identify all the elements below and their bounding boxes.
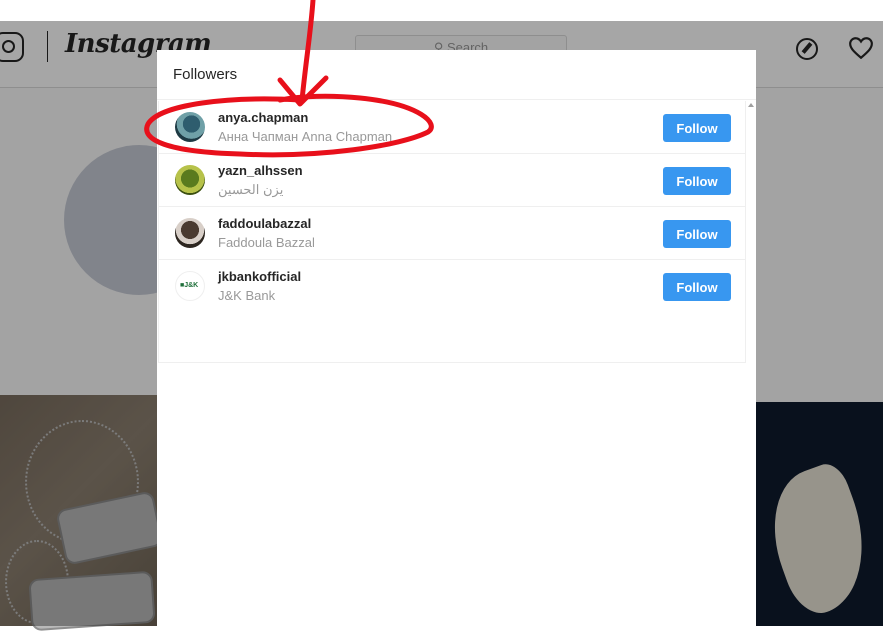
follower-username[interactable]: jkbankofficial (218, 269, 301, 284)
follower-username[interactable]: yazn_alhssen (218, 163, 303, 178)
follower-full-name: Faddoula Bazzal (218, 235, 315, 250)
follower-full-name: J&K Bank (218, 288, 276, 303)
avatar[interactable]: ■J&K (175, 271, 205, 301)
followers-list: anya.chapman Анна Чапман Anna Chapman Fo… (158, 101, 746, 363)
modal-title: Followers (173, 66, 238, 83)
followers-modal: Followers anya.chapman Анна Чапман Anna … (157, 50, 756, 626)
follow-button[interactable]: Follow (663, 220, 731, 248)
follower-full-name: Анна Чапман Anna Chapman (218, 129, 393, 144)
follower-row: yazn_alhssen يزن الحسين Follow (159, 154, 745, 207)
follow-button[interactable]: Follow (663, 167, 731, 195)
follower-username[interactable]: anya.chapman (218, 110, 308, 125)
follower-full-name: يزن الحسين (218, 182, 284, 197)
avatar[interactable] (175, 112, 205, 142)
browser-top-strip (0, 0, 883, 21)
modal-scrollbar[interactable] (746, 101, 756, 626)
modal-header: Followers (157, 50, 756, 100)
follow-button[interactable]: Follow (663, 114, 731, 142)
follower-row: faddoulabazzal Faddoula Bazzal Follow (159, 207, 745, 260)
follower-username[interactable]: faddoulabazzal (218, 216, 311, 231)
avatar[interactable] (175, 218, 205, 248)
jk-bank-logo-icon: ■J&K (180, 282, 199, 289)
scroll-up-arrow-icon[interactable] (748, 103, 754, 107)
follower-row: anya.chapman Анна Чапман Anna Chapman Fo… (159, 101, 745, 154)
avatar[interactable] (175, 165, 205, 195)
follow-button[interactable]: Follow (663, 273, 731, 301)
follower-row: ■J&K jkbankofficial J&K Bank Follow (159, 260, 745, 313)
